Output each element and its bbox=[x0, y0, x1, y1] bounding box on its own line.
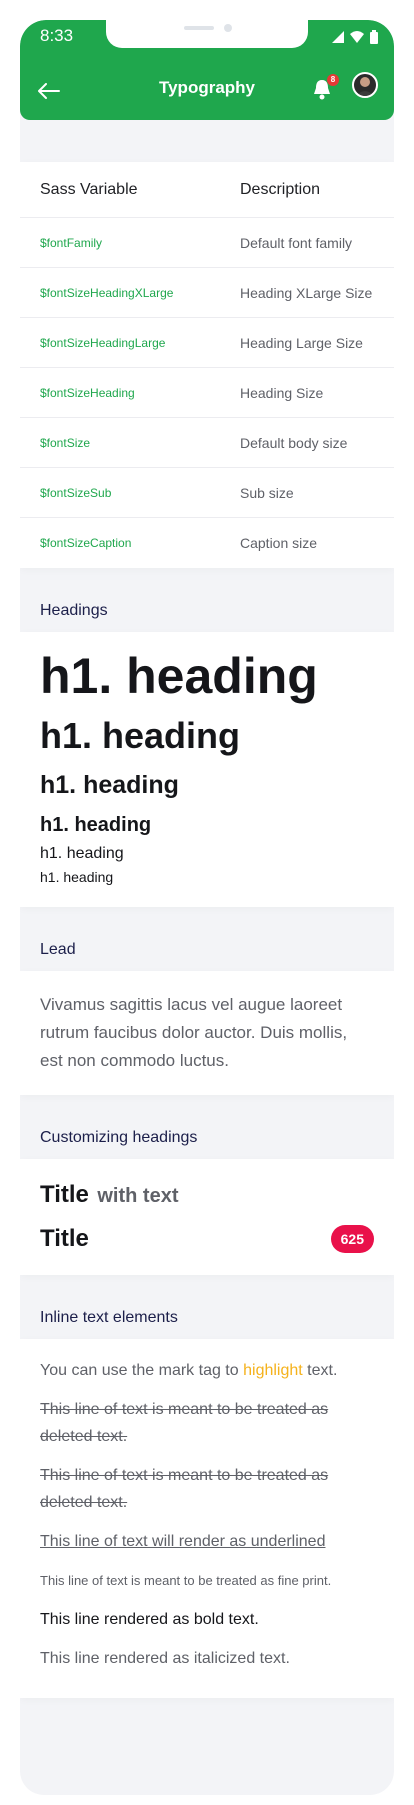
column-header: Description bbox=[240, 180, 321, 198]
heading-xs: h1. heading bbox=[40, 869, 114, 886]
title-text: Title bbox=[40, 1181, 89, 1209]
user-photo-icon bbox=[356, 77, 374, 96]
avatar[interactable] bbox=[352, 72, 378, 98]
variable-description: Heading Size bbox=[240, 384, 324, 401]
section-title-custom: Customizing headings bbox=[40, 1129, 198, 1147]
notification-badge: 8 bbox=[327, 74, 339, 86]
variable-name: $fontSize bbox=[40, 435, 91, 450]
wifi-icon bbox=[350, 31, 364, 43]
heading-lg: h1. heading bbox=[40, 771, 179, 800]
battery-icon bbox=[370, 30, 378, 44]
section-title-lead: Lead bbox=[40, 941, 76, 959]
deleted-text: This line of text is meant to be treated… bbox=[40, 1401, 329, 1446]
status-time: 8:33 bbox=[40, 26, 74, 45]
table-row: $fontSizeHeadingLarge Heading Large Size bbox=[20, 318, 394, 368]
mark-text-before: You can use the mark tag to bbox=[40, 1362, 239, 1380]
headings-card: h1. heading h1. heading h1. heading h1. … bbox=[20, 632, 394, 908]
variables-table: Sass Variable Description $fontFamily Def… bbox=[20, 162, 394, 568]
status-icons bbox=[332, 30, 378, 44]
heading-xl: h1. heading bbox=[40, 714, 241, 756]
custom-headings-card: Title with text Title 625 bbox=[20, 1159, 394, 1276]
variable-name: $fontFamily bbox=[40, 235, 103, 250]
table-row: $fontSizeSub Sub size bbox=[20, 468, 394, 518]
variable-name: $fontSizeHeadingXLarge bbox=[40, 285, 174, 300]
underlined-text: This line of text will render as underli… bbox=[40, 1533, 326, 1551]
table-row: $fontSizeHeading Heading Size bbox=[20, 368, 394, 418]
device-notch bbox=[106, 20, 308, 48]
count-badge: 625 bbox=[330, 1225, 374, 1254]
app-header: 8:33 Typography 8 bbox=[20, 20, 394, 120]
title-subtext: with text bbox=[97, 1185, 179, 1208]
mark-line: You can use the mark tag to highlight te… bbox=[40, 1357, 374, 1384]
italic-text: This line rendered as italicized text. bbox=[40, 1650, 290, 1668]
variable-description: Heading XLarge Size bbox=[240, 284, 373, 301]
variable-description: Default body size bbox=[240, 434, 348, 451]
fine-print-text: This line of text is meant to be treated… bbox=[40, 1573, 332, 1589]
variable-description: Caption size bbox=[240, 535, 318, 551]
highlight-text: highlight bbox=[243, 1362, 303, 1380]
speaker bbox=[184, 26, 214, 30]
lead-card: Vivamus sagittis lacus vel augue laoreet… bbox=[20, 971, 394, 1096]
column-header: Sass Variable bbox=[40, 180, 138, 198]
signal-icon bbox=[332, 31, 344, 43]
heading-md: h1. heading bbox=[40, 813, 152, 836]
table-row: $fontFamily Default font family bbox=[20, 218, 394, 268]
bold-text: This line rendered as bold text. bbox=[40, 1611, 259, 1629]
section-title-inline: Inline text elements bbox=[40, 1309, 178, 1327]
variable-name: $fontSizeCaption bbox=[40, 536, 132, 550]
variable-description: Default font family bbox=[240, 234, 353, 251]
heading-xxl: h1. heading bbox=[40, 648, 318, 704]
title-text: Title bbox=[40, 1225, 89, 1253]
variable-name: $fontSizeHeading bbox=[40, 385, 135, 400]
camera bbox=[224, 24, 232, 32]
table-row: $fontSize Default body size bbox=[20, 418, 394, 468]
mark-text-after: text. bbox=[307, 1362, 338, 1380]
deleted-text: This line of text is meant to be treated… bbox=[40, 1467, 329, 1512]
variable-description: Sub size bbox=[240, 484, 294, 501]
variable-name: $fontSizeSub bbox=[40, 485, 112, 500]
inline-text-card: You can use the mark tag to highlight te… bbox=[20, 1339, 394, 1699]
title-with-badge: Title 625 bbox=[20, 1217, 394, 1261]
lead-text: Vivamus sagittis lacus vel augue laoreet… bbox=[40, 995, 348, 1071]
table-header: Sass Variable Description bbox=[20, 162, 394, 218]
variable-name: $fontSizeHeadingLarge bbox=[40, 335, 166, 350]
phone-screen: 8:33 Typography 8 Sass Variable Descript… bbox=[20, 20, 394, 1795]
variable-description: Heading Large Size bbox=[240, 334, 363, 351]
notifications-button[interactable]: 8 bbox=[312, 74, 339, 102]
section-title-headings: Headings bbox=[40, 602, 108, 619]
table-row: $fontSizeHeadingXLarge Heading XLarge Siz… bbox=[20, 268, 394, 318]
heading-sm: h1. heading bbox=[40, 844, 124, 862]
table-row: $fontSizeCaption Caption size bbox=[20, 518, 394, 568]
title-with-text: Title with text bbox=[20, 1173, 394, 1217]
